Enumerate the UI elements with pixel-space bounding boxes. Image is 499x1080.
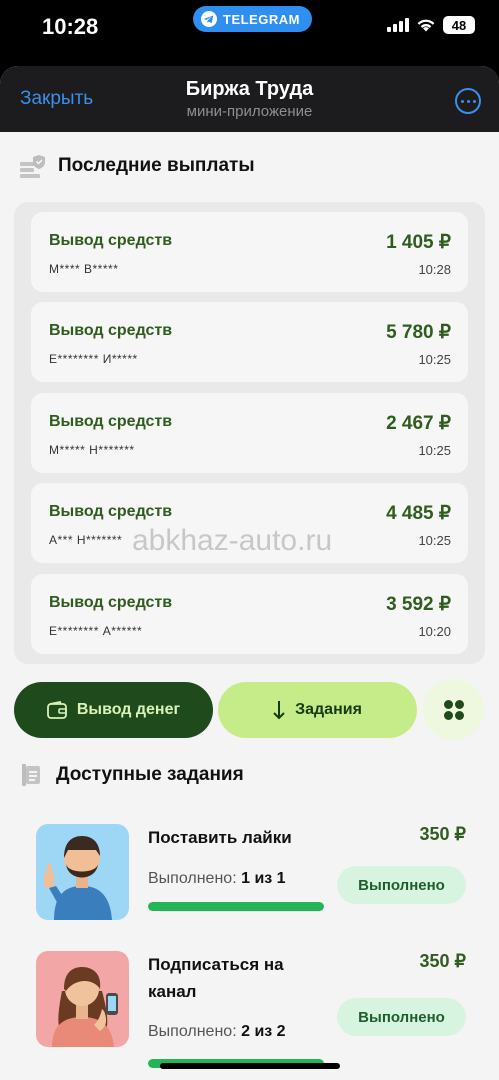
payout-amount: 5 780 ₽	[386, 322, 451, 343]
wallet-icon	[46, 701, 67, 719]
payout-time: 10:25	[418, 443, 451, 458]
status-icons: 48	[387, 16, 475, 34]
payout-item: Вывод средств М**** В***** 1 405 ₽ 10:28	[31, 212, 468, 292]
task-price: 350 ₽	[419, 824, 467, 844]
task-progress-value: 1 из 1	[241, 870, 286, 887]
payout-name: Е******** И*****	[49, 352, 138, 366]
task-progress-fill	[148, 902, 324, 911]
task-progress-label: Выполнено:	[148, 870, 237, 887]
telegram-pill[interactable]: TELEGRAM	[193, 6, 312, 32]
payout-item: Вывод средств Е******** А****** 3 592 ₽ …	[31, 574, 468, 654]
signal-icon	[387, 18, 409, 32]
payout-time: 10:25	[418, 352, 451, 367]
payout-name: Е******** А******	[49, 624, 143, 638]
payout-name: М**** В*****	[49, 262, 119, 276]
task-progress-label: Выполнено:	[148, 1023, 237, 1040]
payout-time: 10:28	[418, 262, 451, 277]
payout-item: Вывод средств М***** Н******* 2 467 ₽ 10…	[31, 393, 468, 473]
payout-label: Вывод средств	[49, 232, 173, 249]
mini-app-sheet: Закрыть Биржа Труда мини-приложение Посл…	[0, 66, 499, 1080]
payout-time: 10:20	[418, 624, 451, 639]
tasks-title: Доступные задания	[56, 764, 244, 785]
payout-name: М***** Н*******	[49, 443, 135, 457]
task-name: Поставить лайки	[148, 828, 292, 847]
payout-amount: 4 485 ₽	[386, 503, 451, 524]
task-card[interactable]: Поставить лайки 350 ₽ Выполнено: 1 из 1 …	[36, 824, 476, 934]
task-name: Подписаться на канал	[148, 955, 284, 1001]
task-progress-text: Выполнено: 1 из 1	[148, 870, 286, 888]
payouts-header: Последние выплаты	[20, 154, 255, 178]
payout-label: Вывод средств	[49, 503, 173, 520]
task-price: 350 ₽	[419, 951, 467, 971]
task-progress-bar	[148, 902, 324, 911]
task-illustration-woman	[36, 951, 129, 1047]
woman-phone-illustration	[52, 967, 118, 1047]
task-status-button[interactable]: Выполнено	[337, 998, 466, 1036]
status-bar: 10:28 TELEGRAM 48	[0, 0, 499, 56]
watermark-text: abkhaz-auto.ru	[132, 524, 333, 557]
grid-icon	[443, 699, 464, 720]
payout-label: Вывод средств	[49, 322, 173, 339]
battery-indicator: 48	[443, 16, 475, 34]
task-progress-value: 2 из 2	[241, 1023, 286, 1040]
telegram-pill-label: TELEGRAM	[223, 11, 300, 27]
payout-shield-icon	[20, 155, 45, 178]
payout-amount: 1 405 ₽	[386, 232, 451, 253]
withdraw-button[interactable]: Вывод денег	[14, 682, 213, 738]
app-header: Закрыть Биржа Труда мини-приложение	[0, 66, 499, 132]
payout-label: Вывод средств	[49, 413, 173, 430]
task-card[interactable]: Подписаться на канал 350 ₽ Выполнено: 2 …	[36, 951, 476, 1080]
status-time: 10:28	[42, 14, 99, 39]
more-options-icon[interactable]	[455, 88, 481, 114]
task-illustration-man	[36, 824, 129, 920]
app-title: Биржа Труда	[185, 78, 314, 100]
payout-item: Вывод средств Е******** И***** 5 780 ₽ 1…	[31, 302, 468, 382]
menu-grid-button[interactable]	[423, 679, 484, 740]
task-progress-text: Выполнено: 2 из 2	[148, 1023, 286, 1041]
wifi-icon	[417, 19, 435, 32]
payout-amount: 2 467 ₽	[386, 413, 451, 434]
tasks-header: Доступные задания	[20, 763, 244, 787]
clipboard-icon	[22, 764, 40, 786]
withdraw-label: Вывод денег	[76, 701, 181, 718]
payout-label: Вывод средств	[49, 594, 173, 611]
task-status-button[interactable]: Выполнено	[337, 866, 466, 904]
telegram-icon	[201, 11, 217, 27]
app-subtitle: мини-приложение	[186, 103, 313, 120]
home-indicator[interactable]	[160, 1063, 340, 1069]
tasks-label: Задания	[295, 701, 362, 718]
payout-time: 10:25	[418, 533, 451, 548]
payout-amount: 3 592 ₽	[386, 594, 451, 615]
man-thumbs-up-illustration	[44, 836, 112, 920]
tasks-button[interactable]: Задания	[218, 682, 417, 738]
arrow-down-icon	[273, 701, 285, 720]
payout-name: А*** Н*******	[49, 533, 123, 547]
payouts-title: Последние выплаты	[58, 155, 255, 176]
payouts-list: Вывод средств М**** В***** 1 405 ₽ 10:28…	[14, 202, 485, 664]
